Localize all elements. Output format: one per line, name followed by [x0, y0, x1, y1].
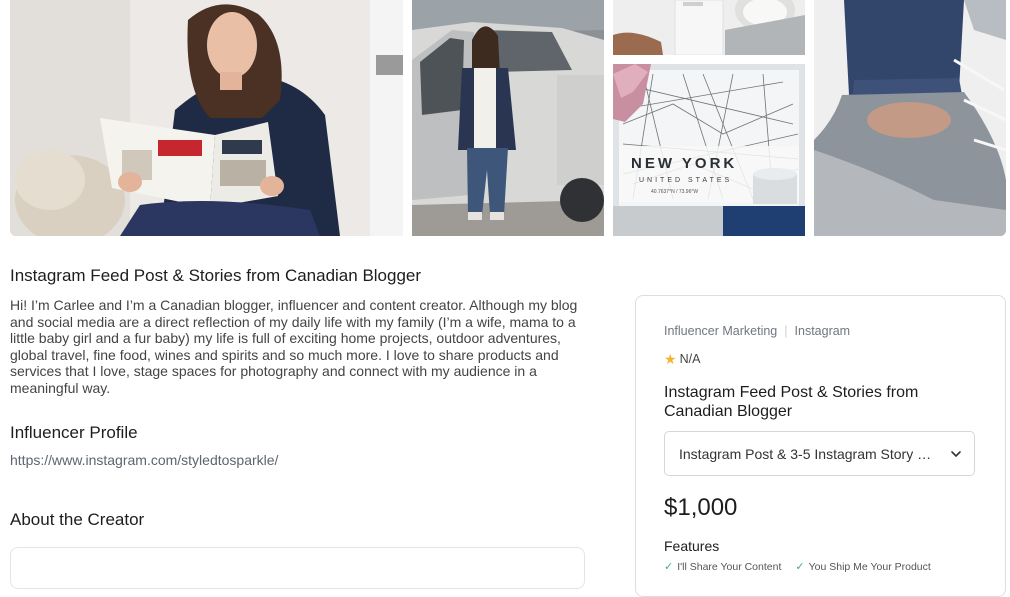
features-heading: Features [664, 538, 720, 554]
feature-item: ✓ I'll Share Your Content [664, 560, 782, 574]
chevron-down-icon [951, 451, 961, 458]
check-icon: ✓ [795, 561, 805, 573]
about-creator-heading: About the Creator [10, 510, 145, 529]
rating-value: N/A [679, 352, 701, 366]
card-title: Instagram Feed Post & Stories from Canad… [664, 384, 919, 420]
gallery-photo-3[interactable] [613, 0, 805, 55]
gallery-photo-1[interactable] [10, 0, 403, 236]
about-creator-card [10, 547, 585, 589]
influencer-profile-heading: Influencer Profile [10, 423, 138, 442]
listing-main: Instagram Feed Post & Stories from Canad… [10, 262, 585, 589]
feature-label: You Ship Me Your Product [808, 560, 931, 573]
photo-woman-by-car [412, 0, 604, 236]
map-coords-label: 40.7637°N / 73.96°W [651, 189, 699, 195]
package-select-value: Instagram Post & 3-5 Instagram Story S..… [679, 445, 936, 462]
package-select[interactable]: Instagram Post & 3-5 Instagram Story S..… [664, 431, 975, 476]
listing-title: Instagram Feed Post & Stories from Canad… [10, 266, 422, 285]
category-breadcrumb: Influencer Marketing | Instagram [664, 324, 850, 338]
photo-sneaker [814, 0, 1006, 236]
influencer-profile-link[interactable]: https://www.instagram.com/styledtosparkl… [10, 452, 585, 468]
photo-skincare-products [613, 0, 805, 55]
features-list: ✓ I'll Share Your Content ✓ You Ship Me … [664, 560, 931, 574]
breadcrumb-separator: | [784, 324, 788, 338]
image-gallery: NEW YORK UNITED STATES 40.7637°N / 73.96… [10, 0, 1006, 236]
check-icon: ✓ [664, 561, 674, 573]
purchase-card: Influencer Marketing | Instagram ★ N/A Ins… [635, 295, 1006, 597]
price: $1,000 [664, 494, 738, 521]
feature-item: ✓ You Ship Me Your Product [795, 560, 931, 574]
gallery-photo-4[interactable]: NEW YORK UNITED STATES 40.7637°N / 73.96… [613, 64, 805, 236]
gallery-photo-5[interactable] [814, 0, 1006, 236]
feature-label: I'll Share Your Content [677, 560, 782, 573]
rating: ★ N/A [664, 352, 700, 366]
gallery-photo-2[interactable] [412, 0, 604, 236]
photo-new-york-map [613, 64, 805, 236]
category-instagram[interactable]: Instagram [795, 324, 851, 338]
map-city-label: NEW YORK [631, 155, 738, 172]
category-influencer-marketing[interactable]: Influencer Marketing [664, 324, 777, 338]
map-country-label: UNITED STATES [639, 177, 733, 184]
photo-woman-reading [10, 0, 403, 236]
star-icon: ★ [664, 351, 677, 367]
listing-description: Hi! I’m Carlee and I’m a Canadian blogge… [10, 297, 578, 396]
